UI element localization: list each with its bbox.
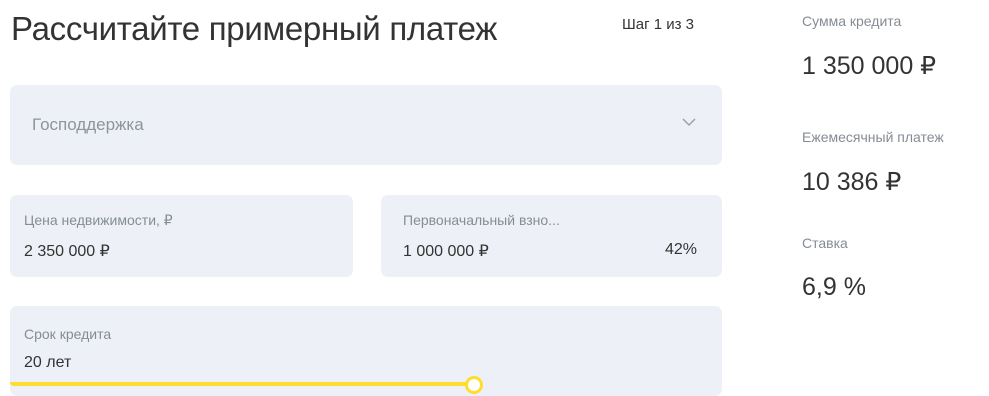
step-indicator: Шаг 1 из 3 <box>622 16 695 33</box>
property-price-label: Цена недвижимости, ₽ <box>24 212 173 228</box>
program-select-placeholder: Господдержка <box>32 115 144 134</box>
rate-label: Ставка <box>802 235 848 251</box>
loan-term-value[interactable]: 20 лет <box>24 354 71 372</box>
loan-term-slider-thumb[interactable] <box>465 376 483 394</box>
property-price-value[interactable]: 2 350 000 ₽ <box>24 241 110 261</box>
down-payment-field[interactable]: Первоначальный взно... 1 000 000 ₽ 42% <box>381 195 722 277</box>
loan-term-label: Срок кредита <box>24 326 112 342</box>
down-payment-label: Первоначальный взно... <box>403 212 560 228</box>
loan-term-slider-fill <box>10 382 473 386</box>
down-payment-percent: 42% <box>664 241 697 258</box>
loan-term-field[interactable]: Срок кредита 20 лет <box>10 306 722 396</box>
down-payment-value[interactable]: 1 000 000 ₽ <box>403 241 489 261</box>
loan-amount-label: Сумма кредита <box>802 13 902 29</box>
program-select[interactable]: Господдержка <box>10 85 722 165</box>
property-price-field[interactable]: Цена недвижимости, ₽ 2 350 000 ₽ <box>10 195 353 277</box>
loan-amount-value: 1 350 000 ₽ <box>802 52 937 80</box>
page-title: Рассчитайте примерный платеж <box>11 10 498 47</box>
rate-value: 6,9 % <box>802 273 866 301</box>
monthly-payment-value: 10 386 ₽ <box>802 168 902 196</box>
chevron-down-icon <box>682 118 696 127</box>
monthly-payment-label: Ежемесячный платеж <box>802 129 944 145</box>
